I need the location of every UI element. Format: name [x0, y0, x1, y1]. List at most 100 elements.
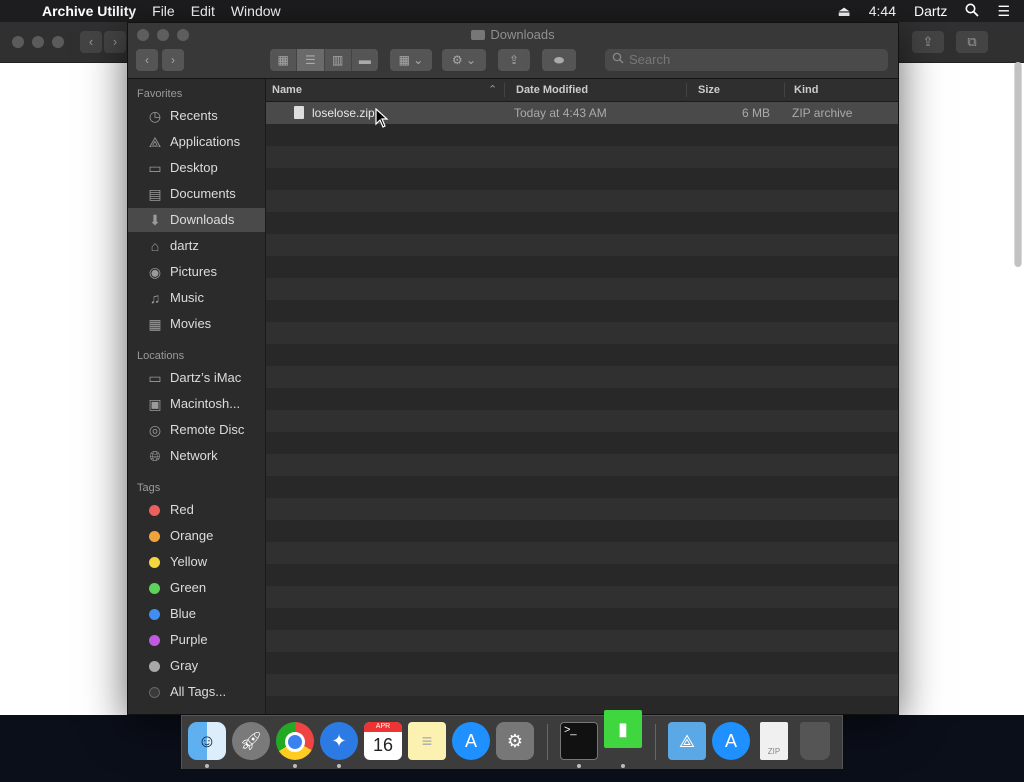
sidebar-tag-yellow[interactable]: Yellow [128, 550, 265, 574]
menu-edit[interactable]: Edit [183, 3, 223, 19]
column-size[interactable]: Size [698, 79, 720, 101]
action-gear-icon[interactable]: ⚙ ⌄ [442, 49, 486, 71]
sidebar-tag-red[interactable]: Red [128, 498, 265, 522]
sidebar-item-desktop[interactable]: ▭ Desktop [128, 156, 265, 180]
bg-close-button[interactable] [12, 36, 24, 48]
back-button[interactable]: ‹ [136, 49, 158, 71]
eject-icon[interactable]: ⏏ [829, 3, 860, 20]
column-view-icon[interactable]: ▥ [325, 49, 352, 71]
sidebar-tag-purple[interactable]: Purple [128, 628, 265, 652]
sidebar-item-documents[interactable]: ▤ Documents [128, 182, 265, 206]
sidebar-item-network[interactable]: 🌐︎ Network [128, 444, 265, 468]
bg-minimize-button[interactable] [32, 36, 44, 48]
empty-row [266, 608, 898, 630]
sidebar-item-music[interactable]: ♫ Music [128, 286, 265, 310]
running-indicator [337, 764, 341, 768]
sidebar-item-macintosh-hd[interactable]: ▣ Macintosh... [128, 392, 265, 416]
bg-forward-icon[interactable]: › [104, 31, 126, 53]
sidebar-item-downloads[interactable]: ⬇ Downloads [128, 208, 265, 232]
dock: ☺ 🚀︎ ✦ APR 16 ≡ A ⚙ >_ ▮ ⟁ A ZIP [181, 710, 843, 769]
mouse-cursor-icon [375, 108, 389, 128]
sidebar-tag-gray[interactable]: Gray [128, 654, 265, 678]
sidebar-item-movies[interactable]: ▦ Movies [128, 312, 265, 336]
sidebar-item-label: Recents [170, 108, 218, 123]
bg-tabs-icon[interactable]: ⧉ [956, 31, 988, 53]
home-icon: ⌂ [150, 238, 160, 254]
tag-icon[interactable]: ⬬ [542, 49, 576, 71]
sidebar-item-label: All Tags... [170, 684, 227, 699]
empty-row [266, 674, 898, 696]
toolbar: Downloads ‹ › ▦ ☰ ▥ ▬ ▦ ⌄ ⚙ ⌄ ⇪ ⬬ Search [128, 23, 898, 79]
chrome-dock-icon[interactable] [276, 722, 314, 760]
empty-row [266, 476, 898, 498]
sidebar-tag-blue[interactable]: Blue [128, 602, 265, 626]
menu-file[interactable]: File [144, 3, 183, 19]
dock-separator [547, 724, 548, 760]
empty-row [266, 322, 898, 344]
spotlight-icon[interactable] [956, 3, 988, 20]
sidebar-item-recents[interactable]: ◷ Recents [128, 104, 265, 128]
terminal-dock-icon[interactable]: >_ [560, 722, 598, 760]
sidebar-item-dartz[interactable]: ⌂ dartz [128, 234, 265, 258]
bg-zoom-button[interactable] [52, 36, 64, 48]
downloads-stack-dock-icon[interactable]: A [712, 722, 750, 760]
file-row-loselose-zip[interactable]: loselose.zip Today at 4:43 AM 6 MB ZIP a… [266, 102, 898, 124]
column-kind[interactable]: Kind [794, 79, 818, 101]
empty-row [266, 146, 898, 168]
applications-folder-dock-icon[interactable]: ⟁ [668, 722, 706, 760]
gallery-view-icon[interactable]: ▬ [352, 49, 378, 71]
empty-row [266, 234, 898, 256]
downloads-icon: ⬇ [149, 212, 161, 228]
finder-dock-icon[interactable]: ☺ [188, 722, 226, 760]
notification-center-icon[interactable]: ☰ [988, 3, 1024, 20]
sidebar-item-label: Gray [170, 658, 199, 673]
sidebar-item-imac[interactable]: ▭ Dartz’s iMac [128, 366, 265, 390]
column-name[interactable]: Name [272, 79, 302, 101]
sidebar-item-label: Red [170, 502, 194, 517]
share-icon[interactable]: ⇪ [498, 49, 530, 71]
sort-chevron-icon[interactable]: ⌃ [488, 79, 497, 101]
column-date-modified[interactable]: Date Modified [516, 79, 588, 101]
sidebar-item-label: Movies [170, 316, 212, 331]
calendar-dock-icon[interactable]: APR 16 [364, 722, 402, 760]
notes-dock-icon[interactable]: ≡ [408, 722, 446, 760]
list-view-icon[interactable]: ☰ [297, 49, 325, 71]
sidebar-tag-green[interactable]: Green [128, 576, 265, 600]
finder-window: Downloads ‹ › ▦ ☰ ▥ ▬ ▦ ⌄ ⚙ ⌄ ⇪ ⬬ Search… [127, 22, 899, 715]
bg-back-icon[interactable]: ‹ [80, 31, 102, 53]
folder-icon [471, 30, 486, 40]
sidebar-tag-orange[interactable]: Orange [128, 524, 265, 548]
sidebar-all-tags[interactable]: All Tags... [128, 680, 265, 704]
movies-icon: ▦ [148, 316, 162, 332]
bg-scrollbar-thumb[interactable] [1015, 62, 1021, 267]
icon-view-icon[interactable]: ▦ [270, 49, 298, 71]
zip-document-dock-icon[interactable]: ZIP [760, 722, 788, 760]
sidebar-item-label: Pictures [170, 264, 217, 279]
desktop-icon: ▭ [148, 160, 162, 176]
menu-bar: Archive Utility File Edit Window ⏏ 4:44 … [0, 0, 1024, 22]
sidebar-item-pictures[interactable]: ◉ Pictures [128, 260, 265, 284]
app-menu[interactable]: Archive Utility [34, 3, 144, 19]
empty-row [266, 542, 898, 564]
launchpad-dock-icon[interactable]: 🚀︎ [232, 722, 270, 760]
user-menu[interactable]: Dartz [905, 3, 956, 19]
sidebar-item-remote-disc[interactable]: ◎ Remote Disc [128, 418, 265, 442]
menu-window[interactable]: Window [223, 3, 289, 19]
forward-button[interactable]: › [162, 49, 184, 71]
calendar-day: 16 [372, 735, 394, 755]
empty-row [266, 212, 898, 234]
trash-dock-icon[interactable] [800, 722, 830, 760]
bg-share-icon[interactable]: ⇪ [912, 31, 944, 53]
search-field[interactable]: Search [605, 49, 888, 71]
column-separator [686, 83, 687, 97]
clock[interactable]: 4:44 [860, 3, 905, 19]
app-store-dock-icon[interactable]: A [452, 722, 490, 760]
archive-utility-dock-icon[interactable]: ▮ [604, 710, 642, 748]
safari-dock-icon[interactable]: ✦ [320, 722, 358, 760]
sidebar-item-applications[interactable]: ⟁ Applications [128, 130, 265, 154]
group-by-icon[interactable]: ▦ ⌄ [390, 49, 432, 71]
tag-dot-icon [149, 661, 160, 672]
system-preferences-dock-icon[interactable]: ⚙ [496, 722, 534, 760]
bg-scrollbar[interactable] [1014, 62, 1022, 267]
search-placeholder: Search [629, 52, 671, 67]
